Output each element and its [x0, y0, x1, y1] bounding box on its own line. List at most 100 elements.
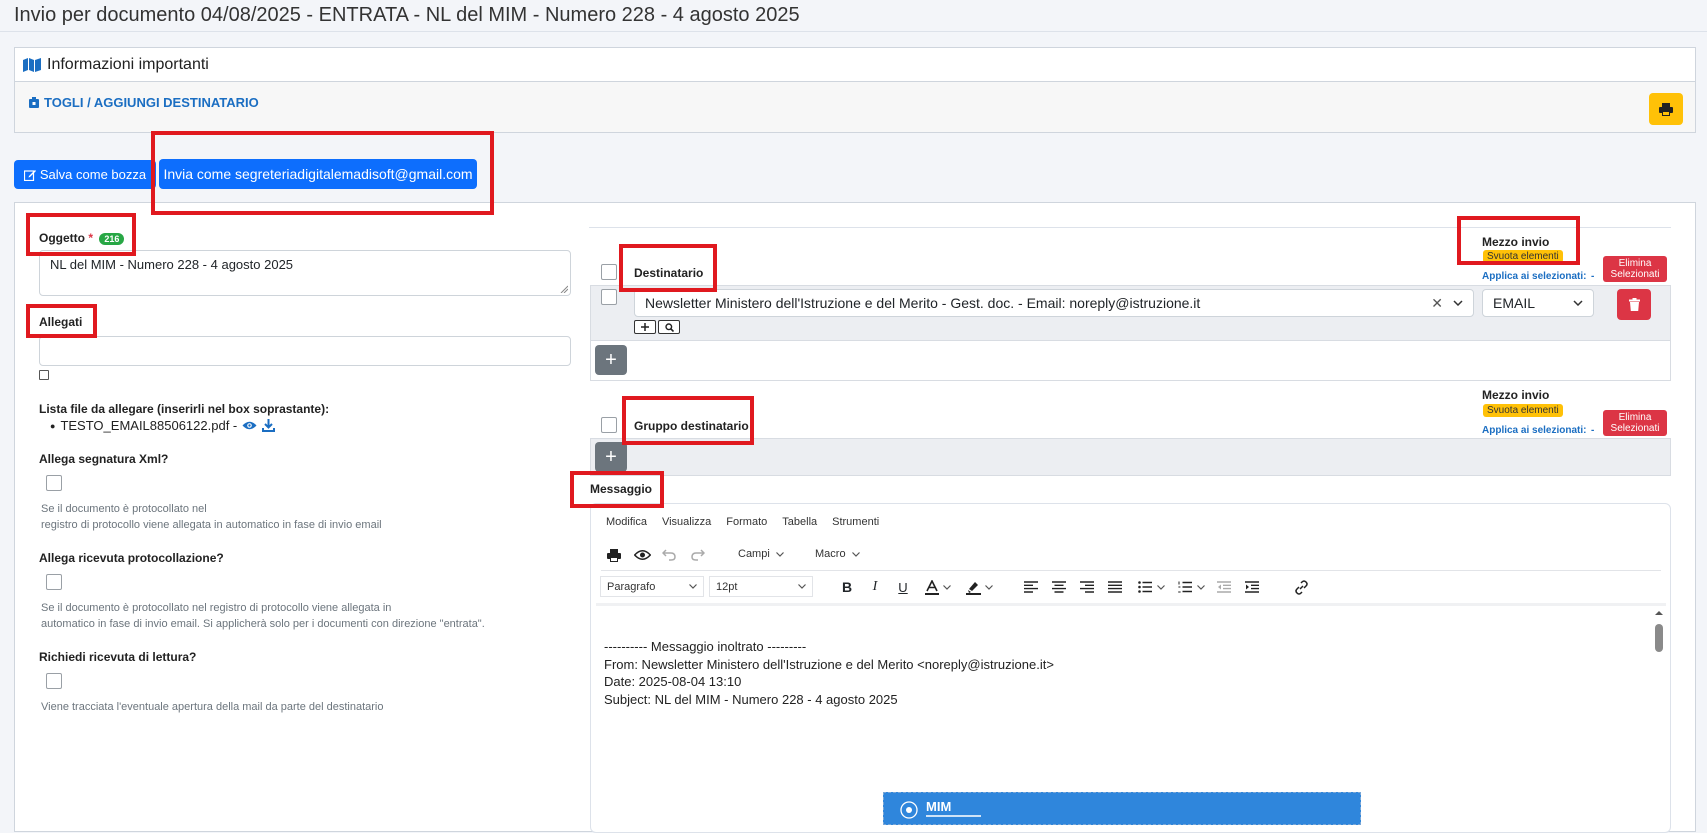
menu-view[interactable]: Visualizza: [662, 516, 711, 528]
menu-edit[interactable]: Modifica: [606, 516, 647, 528]
block-format-select[interactable]: Paragrafo: [600, 576, 704, 597]
recipients-apply-group: Applica ai selezionati: -: [1482, 266, 1594, 284]
banner-brand-text: MIM: [926, 799, 952, 814]
bold-icon[interactable]: B: [840, 579, 854, 595]
groups-header: Gruppo destinatario: [634, 419, 749, 433]
search-recipient-mini-button[interactable]: [658, 320, 680, 334]
toggle-recipient-link[interactable]: TOGLI / AGGIUNGI DESTINATARIO: [28, 95, 259, 110]
xml-sign-label: Allega segnatura Xml?: [39, 452, 169, 466]
xml-sign-help-line-2: registro di protocollo viene allegata in…: [41, 519, 382, 531]
file-list-item: ● TESTO_EMAIL88506122.pdf -: [50, 418, 276, 433]
align-right-icon[interactable]: [1080, 580, 1094, 594]
bullet-icon: ●: [50, 420, 56, 431]
groups-add-button[interactable]: +: [595, 442, 627, 472]
recipient-value: Newsletter Ministero dell'Istruzione e d…: [645, 295, 1201, 311]
receipt-help-line-2: automatico in fase di invio email. Si ap…: [41, 618, 485, 630]
receipt-help: Se il documento è protocollato nel regis…: [41, 600, 485, 632]
editor-preview-button[interactable]: [633, 548, 651, 562]
toolbar-shadow: [596, 603, 1666, 606]
link-glyph-icon: [1294, 579, 1308, 595]
text-color-glyph-icon: [925, 579, 939, 595]
menu-format[interactable]: Formato: [726, 516, 767, 528]
eye-icon[interactable]: [242, 420, 257, 431]
block-format-value: Paragrafo: [607, 580, 656, 593]
attachments-input[interactable]: [39, 336, 571, 366]
recipients-mezzo-label: Mezzo invio: [1482, 235, 1550, 249]
link-icon[interactable]: [1293, 579, 1309, 595]
subject-counter-badge: 216: [99, 232, 125, 245]
menu-tools[interactable]: Strumenti: [832, 516, 879, 528]
editor-redo-button[interactable]: [691, 548, 705, 562]
recipients-clear-badge[interactable]: Svuota elementi: [1483, 250, 1563, 263]
groups-select-all-checkbox[interactable]: [601, 417, 617, 433]
delete-recipient-button[interactable]: [1617, 289, 1651, 320]
groups-mezzo-label: Mezzo invio: [1482, 388, 1550, 402]
groups-clear-badge[interactable]: Svuota elementi: [1483, 404, 1563, 417]
recipient-row-checkbox[interactable]: [601, 289, 617, 305]
highlight-color-icon[interactable]: [962, 579, 996, 595]
toggle-recipient-label: TOGLI / AGGIUNGI DESTINATARIO: [44, 95, 259, 110]
align-center-icon[interactable]: [1052, 580, 1066, 594]
recipients-add-button[interactable]: +: [595, 345, 627, 375]
groups-apply-dash: -: [1590, 425, 1595, 436]
send-as-label: Invia come segreteriadigitalemadisoft@gm…: [163, 166, 473, 182]
chevron-down-icon[interactable]: [1453, 300, 1463, 306]
editor-scrollbar[interactable]: [1653, 608, 1665, 823]
content-line-1: ---------- Messaggio inoltrato ---------: [604, 639, 807, 654]
editor-content[interactable]: ---------- Messaggio inoltrato ---------…: [604, 638, 1054, 708]
chevron-down-icon: [851, 551, 860, 557]
content-line-4: Subject: NL del MIM - Numero 228 - 4 ago…: [604, 691, 898, 707]
font-size-select[interactable]: 12pt: [709, 576, 813, 597]
groups-apply-link[interactable]: Applica ai selezionati:: [1482, 425, 1586, 436]
resize-handle-icon: [560, 285, 568, 293]
save-draft-button[interactable]: Salva come bozza: [14, 160, 156, 189]
recipient-medium-select[interactable]: EMAIL: [1482, 289, 1594, 317]
subject-label: Oggetto: [39, 231, 85, 245]
chevron-down-icon: [775, 551, 784, 557]
add-recipient-mini-button[interactable]: [634, 320, 656, 334]
editor-fields-dropdown[interactable]: Campi: [738, 548, 784, 560]
recipients-delete-selected-button[interactable]: Elimina Selezionati: [1603, 256, 1667, 282]
info-title: Informazioni importanti: [47, 55, 209, 73]
numbered-list-icon[interactable]: [1176, 580, 1206, 594]
indent-glyph-icon: [1245, 581, 1259, 593]
italic-icon[interactable]: I: [868, 579, 882, 595]
subject-input[interactable]: NL del MIM - Numero 228 - 4 agosto 2025: [39, 250, 571, 296]
editor-fields-label: Campi: [738, 548, 770, 560]
groups-apply-group: Applica ai selezionati: -: [1482, 420, 1594, 438]
editor-print-button[interactable]: [606, 548, 622, 562]
menu-table[interactable]: Tabella: [782, 516, 817, 528]
read-receipt-checkbox[interactable]: [46, 673, 62, 689]
clear-icon[interactable]: ✕: [1431, 295, 1443, 312]
groups-delete-selected-button[interactable]: Elimina Selezionati: [1603, 410, 1667, 436]
xml-sign-help: Se il documento è protocollato nel regis…: [41, 501, 382, 533]
chevron-down-icon: [798, 584, 806, 589]
recipient-select-controls: ✕: [1431, 295, 1463, 312]
underline-icon[interactable]: U: [896, 579, 910, 595]
download-icon[interactable]: [262, 419, 276, 432]
editor-undo-button[interactable]: [662, 548, 676, 562]
content-line-3: Date: 2025-08-04 13:10: [604, 674, 742, 689]
attachments-checkbox[interactable]: [39, 370, 49, 380]
align-left-icon[interactable]: [1024, 580, 1038, 594]
recipients-apply-dash: -: [1590, 271, 1595, 282]
trash-icon: [1628, 298, 1640, 311]
recipients-select-all-checkbox[interactable]: [601, 264, 617, 280]
align-justify-icon[interactable]: [1108, 580, 1122, 594]
recipient-select[interactable]: Newsletter Ministero dell'Istruzione e d…: [634, 289, 1474, 317]
text-color-icon[interactable]: [922, 579, 954, 595]
recipient-medium-value: EMAIL: [1493, 295, 1536, 311]
editor-scroll-thumb[interactable]: [1655, 624, 1663, 652]
print-button[interactable]: [1649, 93, 1683, 125]
recipients-apply-link[interactable]: Applica ai selezionati:: [1482, 271, 1586, 282]
read-receipt-label: Richiedi ricevuta di lettura?: [39, 650, 197, 664]
align-left-glyph-icon: [1024, 581, 1038, 593]
bullet-list-icon[interactable]: [1136, 580, 1166, 594]
send-as-button[interactable]: Invia come segreteriadigitalemadisoft@gm…: [159, 159, 477, 189]
receipt-checkbox[interactable]: [46, 574, 62, 590]
editor-macro-dropdown[interactable]: Macro: [815, 548, 860, 560]
outdent-icon[interactable]: [1217, 580, 1231, 594]
read-receipt-help: Viene tracciata l'eventuale apertura del…: [41, 701, 384, 713]
indent-icon[interactable]: [1245, 580, 1259, 594]
xml-sign-checkbox[interactable]: [46, 475, 62, 491]
